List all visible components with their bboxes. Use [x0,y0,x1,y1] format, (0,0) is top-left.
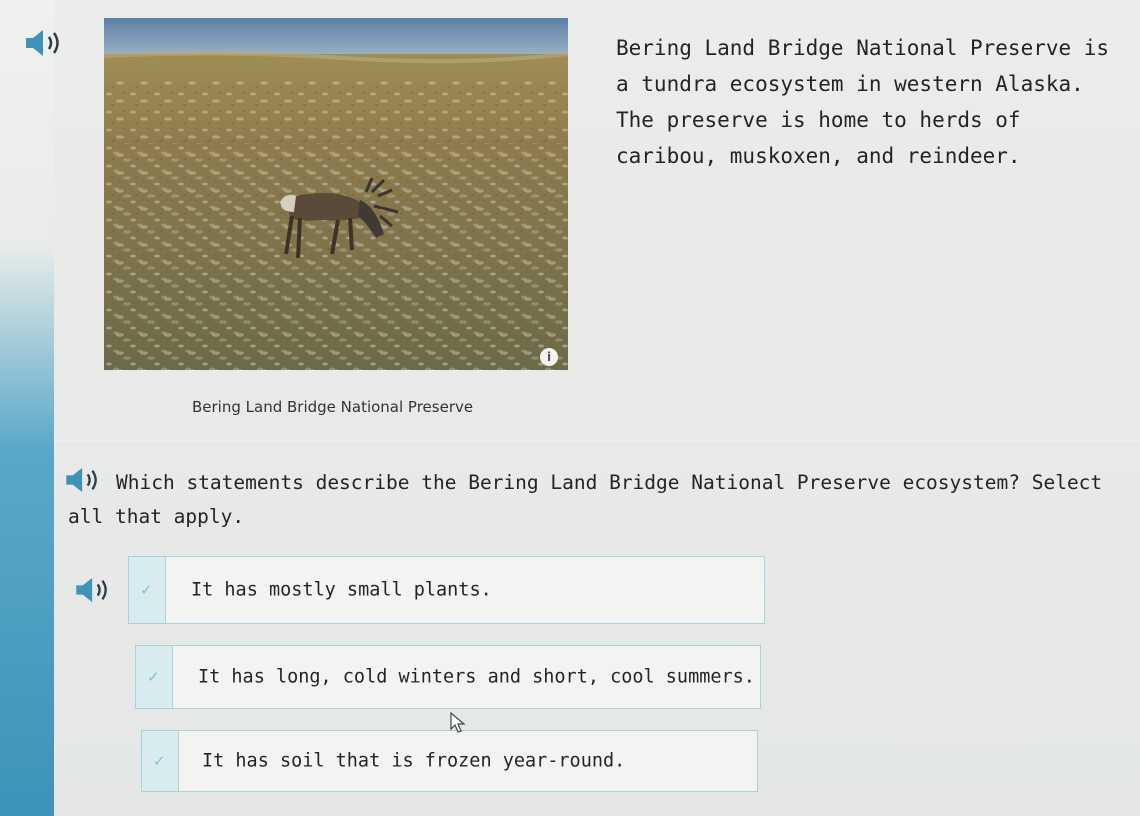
answer-option-1[interactable]: ✓ It has mostly small plants. [128,556,765,624]
passage-text: Bering Land Bridge National Preserve is … [616,36,1110,168]
section-divider [54,440,1140,442]
lesson-page: i Bering Land Bridge National Preserve B… [0,0,1140,816]
option-label: It has soil that is frozen year-round. [202,750,626,772]
option-check-cell[interactable]: ✓ [136,646,173,708]
tundra-caribou-photo [104,18,568,370]
side-strip [0,0,54,816]
checkmark-icon: ✓ [140,581,153,599]
option-label: It has mostly small plants. [191,579,492,601]
option-check-cell[interactable]: ✓ [142,731,179,791]
info-icon[interactable]: i [540,348,558,366]
option-check-cell[interactable]: ✓ [129,557,166,623]
speaker-icon[interactable] [74,576,114,604]
checkmark-icon: ✓ [147,668,160,686]
checkmark-icon: ✓ [153,752,166,770]
answer-option-2[interactable]: ✓ It has long, cold winters and short, c… [135,645,761,709]
answer-option-3[interactable]: ✓ It has soil that is frozen year-round. [141,730,758,792]
option-label: It has long, cold winters and short, coo… [198,666,755,688]
mouse-pointer-icon [450,711,466,738]
speaker-icon[interactable] [24,28,66,58]
question-text: Which statements describe the Bering Lan… [68,471,1103,528]
photo-caption: Bering Land Bridge National Preserve [192,398,474,416]
